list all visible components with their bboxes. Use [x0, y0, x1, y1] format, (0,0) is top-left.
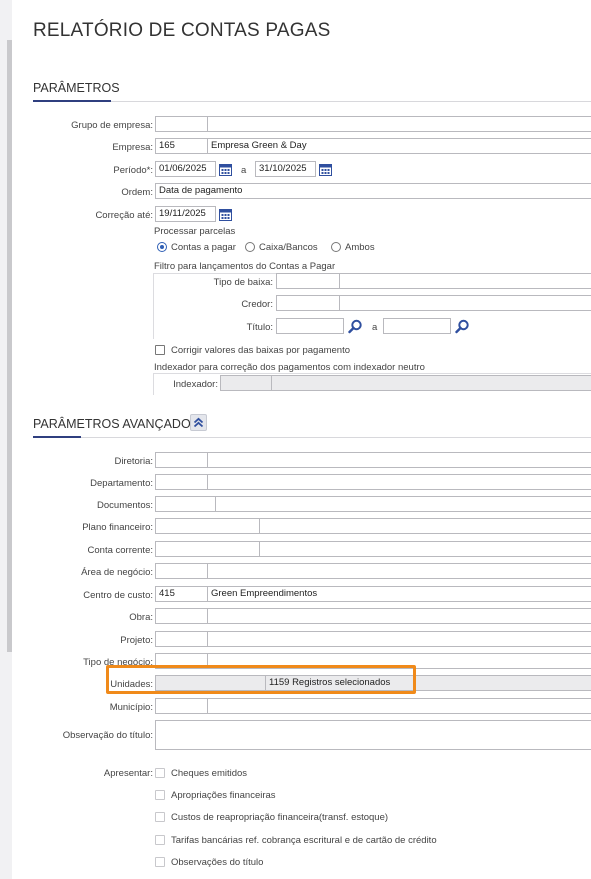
radio-ambos-label: Ambos: [345, 242, 375, 253]
tipo-baixa-code-input[interactable]: [276, 273, 340, 289]
projeto-label: Projeto:: [120, 635, 153, 646]
corrigir-label: Corrigir valores das baixas por pagament…: [171, 345, 351, 356]
periodo-start-input[interactable]: 01/06/2025: [155, 161, 216, 177]
area-negocio-label: Área de negócio:: [81, 567, 153, 578]
calendar-icon[interactable]: [219, 163, 232, 176]
apresentar-tarifas-label: Tarifas bancárias ref. cobrança escritur…: [171, 835, 437, 846]
periodo-end-input[interactable]: 31/10/2025: [255, 161, 316, 177]
projeto-code-input[interactable]: [155, 631, 208, 647]
apresentar-label: Apresentar:: [103, 768, 153, 779]
radio-contas-a-pagar-label: Contas a pagar: [171, 242, 236, 253]
titulo-end-input[interactable]: [383, 318, 451, 334]
section-title-params: PARÂMETROS: [33, 81, 120, 95]
ordem-label: Ordem:: [121, 187, 153, 198]
departamento-label: Departamento:: [90, 478, 153, 489]
credor-label: Credor:: [241, 299, 273, 310]
grupo-empresa-desc-input[interactable]: [207, 116, 591, 132]
documentos-label: Documentos:: [97, 500, 153, 511]
search-icon[interactable]: [455, 319, 470, 334]
periodo-label: Período*:: [113, 165, 153, 176]
apresentar-custos-label: Custos de reapropriação financeira(trans…: [171, 812, 389, 823]
section-divider: [33, 101, 591, 102]
obra-desc-input[interactable]: [207, 608, 591, 624]
titulo-start-input[interactable]: [276, 318, 344, 334]
apresentar-checkbox-custos[interactable]: [155, 812, 165, 822]
collapse-advanced-button[interactable]: [190, 414, 207, 431]
tipo-baixa-desc-input[interactable]: [339, 273, 591, 289]
projeto-desc-input[interactable]: [207, 631, 591, 647]
report-page: RELATÓRIO DE CONTAS PAGAS PARÂMETROS Gru…: [12, 0, 591, 879]
apresentar-checkbox-tarifas[interactable]: [155, 835, 165, 845]
grupo-empresa-code-input[interactable]: [155, 116, 208, 132]
section-title-advanced: PARÂMETROS AVANÇADOS: [33, 417, 200, 431]
conta-corrente-code-input[interactable]: [155, 541, 260, 557]
apresentar-apropriacoes-label: Apropriações financeiras: [171, 790, 276, 801]
radio-ambos[interactable]: [331, 242, 341, 252]
apresentar-checkbox-apropriacoes[interactable]: [155, 790, 165, 800]
diretoria-code-input[interactable]: [155, 452, 208, 468]
observacao-label: Observação do título:: [62, 730, 153, 741]
apresentar-checkbox-cheques[interactable]: [155, 768, 165, 778]
municipio-desc-input[interactable]: [207, 698, 591, 714]
radio-caixa-bancos[interactable]: [245, 242, 255, 252]
diretoria-desc-input[interactable]: [207, 452, 591, 468]
section-divider: [33, 437, 591, 438]
search-icon[interactable]: [348, 319, 363, 334]
radio-contas-a-pagar[interactable]: [157, 242, 167, 252]
page-title: RELATÓRIO DE CONTAS PAGAS: [33, 20, 331, 41]
centro-custo-label: Centro de custo:: [83, 590, 153, 601]
apresentar-observacoes-label: Observações do título: [171, 857, 264, 868]
titulo-separator: a: [372, 322, 378, 333]
section-underline: [33, 436, 81, 438]
conta-corrente-desc-input[interactable]: [259, 541, 591, 557]
diretoria-label: Diretoria:: [114, 456, 153, 467]
grupo-empresa-label: Grupo de empresa:: [71, 120, 153, 131]
municipio-code-input[interactable]: [155, 698, 208, 714]
unidades-highlight: [106, 665, 416, 694]
obra-label: Obra:: [129, 612, 153, 623]
indexador-code-input: [220, 375, 272, 391]
observacao-textarea[interactable]: [155, 720, 591, 750]
indexador-group-label: Indexador para correção dos pagamentos c…: [154, 362, 425, 373]
documentos-desc-input[interactable]: [215, 496, 591, 512]
documentos-code-input[interactable]: [155, 496, 216, 512]
indexador-desc-input: [271, 375, 591, 391]
titulo-label: Título:: [246, 322, 273, 333]
departamento-desc-input[interactable]: [207, 474, 591, 490]
calendar-icon[interactable]: [319, 163, 332, 176]
obra-code-input[interactable]: [155, 608, 208, 624]
credor-code-input[interactable]: [276, 295, 340, 311]
empresa-code-input[interactable]: 165: [155, 138, 208, 154]
chevron-up-double-icon: [193, 417, 204, 428]
centro-custo-desc-input[interactable]: Green Empreendimentos: [207, 586, 591, 602]
centro-custo-code-input[interactable]: 415: [155, 586, 208, 602]
corrigir-checkbox[interactable]: [155, 345, 165, 355]
ordem-select[interactable]: Data de pagamento: [155, 183, 591, 199]
filtro-label: Filtro para lançamentos do Contas a Paga…: [154, 261, 336, 272]
tipo-baixa-label: Tipo de baixa:: [213, 277, 273, 288]
municipio-label: Município:: [109, 702, 153, 713]
departamento-code-input[interactable]: [155, 474, 208, 490]
empresa-label: Empresa:: [112, 142, 153, 153]
indexador-label: Indexador:: [173, 379, 218, 390]
plano-financeiro-code-input[interactable]: [155, 518, 260, 534]
radio-caixa-bancos-label: Caixa/Bancos: [259, 242, 318, 253]
correcao-label: Correção até:: [95, 210, 153, 221]
calendar-icon[interactable]: [219, 208, 232, 221]
area-negocio-desc-input[interactable]: [207, 563, 591, 579]
plano-financeiro-desc-input[interactable]: [259, 518, 591, 534]
periodo-separator: a: [241, 165, 247, 176]
plano-financeiro-label: Plano financeiro:: [82, 522, 153, 533]
processar-label: Processar parcelas: [154, 226, 236, 237]
conta-corrente-label: Conta corrente:: [87, 545, 153, 556]
credor-desc-input[interactable]: [339, 295, 591, 311]
apresentar-cheques-label: Cheques emitidos: [171, 768, 248, 779]
area-negocio-code-input[interactable]: [155, 563, 208, 579]
section-underline: [33, 100, 111, 102]
empresa-desc-input[interactable]: Empresa Green & Day: [207, 138, 591, 154]
correcao-date-input[interactable]: 19/11/2025: [155, 206, 216, 222]
apresentar-checkbox-observacoes[interactable]: [155, 857, 165, 867]
